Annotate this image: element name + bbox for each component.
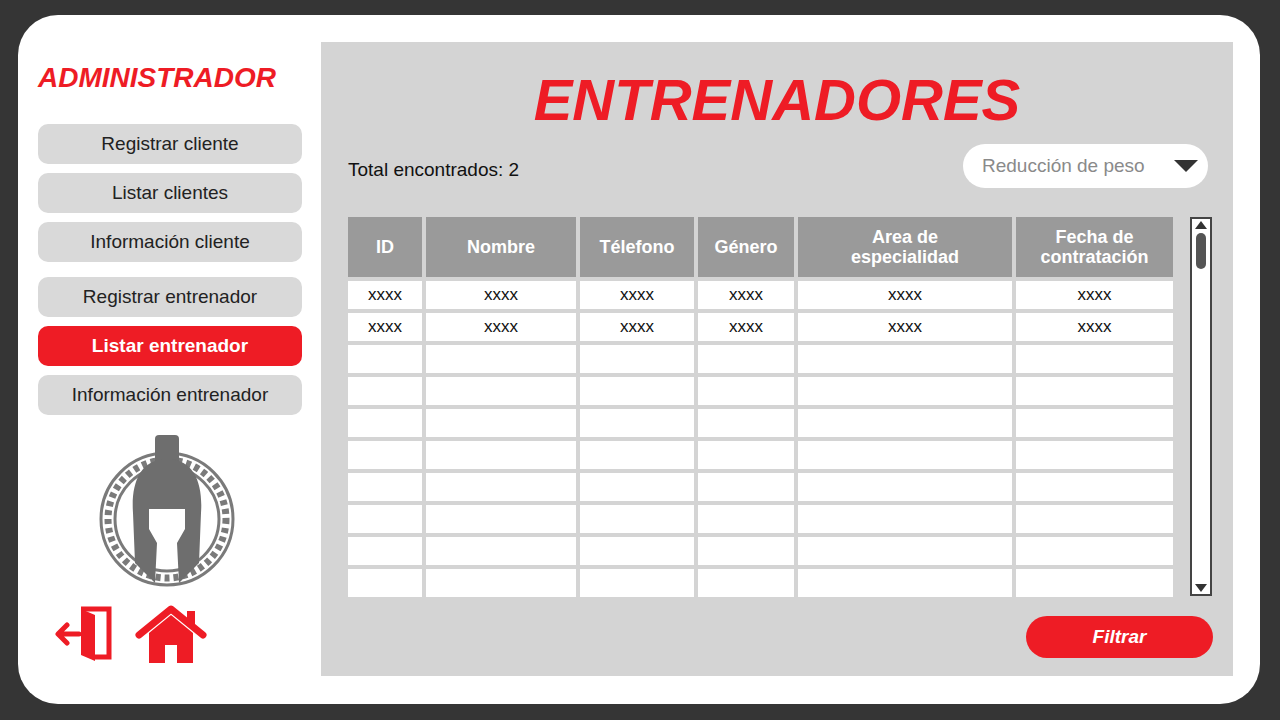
table-header-cell: Nombre [426,217,576,277]
filter-button[interactable]: Filtrar [1026,616,1213,658]
page-title: ENTRENADORES [348,42,1233,130]
table-cell [580,345,694,373]
table-cell [1016,441,1173,469]
scroll-up-icon[interactable] [1195,221,1207,229]
trainers-table: IDNombreTélefonoGéneroArea de especialid… [348,217,1173,597]
table-cell: xxxx [1016,281,1173,309]
specialty-dropdown[interactable]: Reducción de peso [963,144,1208,188]
table-cell [798,569,1012,597]
table-cell [698,441,794,469]
app-card: ADMINISTRADOR Registrar cliente Listar cli… [18,15,1260,704]
sidebar-title: ADMINISTRADOR [38,60,321,96]
sidebar-item[interactable]: Información entrenador [38,375,302,415]
table-cell [580,377,694,405]
table-cell [1016,537,1173,565]
bottom-actions [55,605,321,663]
table-cell [698,473,794,501]
table-cell: xxxx [698,313,794,341]
table-cell [798,409,1012,437]
table-cell [1016,345,1173,373]
main-panel: ENTRENADORES Total encontrados: 2 Reducció… [321,42,1233,676]
table-header-cell: Fecha de contratación [1016,217,1173,277]
table-cell [426,377,576,405]
table-cell: xxxx [348,313,422,341]
table-cell [580,537,694,565]
table-cell [698,409,794,437]
table-cell [348,345,422,373]
table-cell [798,345,1012,373]
sidebar-group: Registrar entrenador Listar entrenador Inf… [38,277,321,415]
table-header-cell: Género [698,217,794,277]
table-cell [698,505,794,533]
table-header-cell: Télefono [580,217,694,277]
sidebar-item[interactable]: Información cliente [38,222,302,262]
table-cell: xxxx [580,313,694,341]
table-cell [1016,473,1173,501]
spartan-helmet-logo-icon [97,433,237,589]
table-cell [426,505,576,533]
table-cell [580,505,694,533]
dropdown-arrow-icon [1174,160,1198,172]
table-cell [1016,569,1173,597]
sidebar-item[interactable]: Registrar cliente [38,124,302,164]
table-cell: xxxx [798,313,1012,341]
table-cell [698,377,794,405]
table-cell [426,537,576,565]
table-cell [1016,505,1173,533]
toolbar: Total encontrados: 2 Reducción de peso [348,144,1233,188]
total-count: Total encontrados: 2 [348,156,519,185]
table-cell [798,537,1012,565]
table-cell [426,441,576,469]
table-cell [426,569,576,597]
table-cell: xxxx [698,281,794,309]
table-cell: xxxx [798,281,1012,309]
exit-door-icon[interactable] [55,605,113,663]
table-area: IDNombreTélefonoGéneroArea de especialid… [348,217,1233,597]
table-cell [348,441,422,469]
dropdown-placeholder: Reducción de peso [982,152,1145,181]
scroll-thumb[interactable] [1196,233,1206,269]
table-cell [580,441,694,469]
logo [97,433,321,589]
sidebar-nav: Registrar cliente Listar clientes Informac… [38,124,321,415]
table-cell [348,505,422,533]
sidebar-item[interactable]: Registrar entrenador [38,277,302,317]
table-cell [698,537,794,565]
app: ADMINISTRADOR Registrar cliente Listar cli… [0,0,1280,720]
sidebar-item[interactable]: Listar entrenador [38,326,302,366]
table-cell [348,377,422,405]
table-cell [1016,377,1173,405]
table-cell [348,569,422,597]
table-cell [698,345,794,373]
table-cell [580,473,694,501]
table-cell [348,473,422,501]
sidebar: ADMINISTRADOR Registrar cliente Listar cli… [18,15,321,704]
table-cell [580,409,694,437]
table-cell: xxxx [348,281,422,309]
table-cell: xxxx [426,313,576,341]
home-icon[interactable] [135,605,207,663]
scroll-down-icon[interactable] [1195,584,1207,592]
table-header-cell: Area de especialidad [798,217,1012,277]
table-cell [348,537,422,565]
table-cell [798,441,1012,469]
table-cell [798,505,1012,533]
table-cell: xxxx [580,281,694,309]
table-cell [798,377,1012,405]
sidebar-item[interactable]: Listar clientes [38,173,302,213]
scrollbar[interactable] [1190,217,1212,596]
table-cell: xxxx [426,281,576,309]
table-cell [426,409,576,437]
table-cell [698,569,794,597]
table-cell [580,569,694,597]
table-cell [426,473,576,501]
table-cell [1016,409,1173,437]
table-cell [348,409,422,437]
table-header-cell: ID [348,217,422,277]
sidebar-group: Registrar cliente Listar clientes Informac… [38,124,321,262]
table-cell: xxxx [1016,313,1173,341]
table-cell [426,345,576,373]
table-cell [798,473,1012,501]
